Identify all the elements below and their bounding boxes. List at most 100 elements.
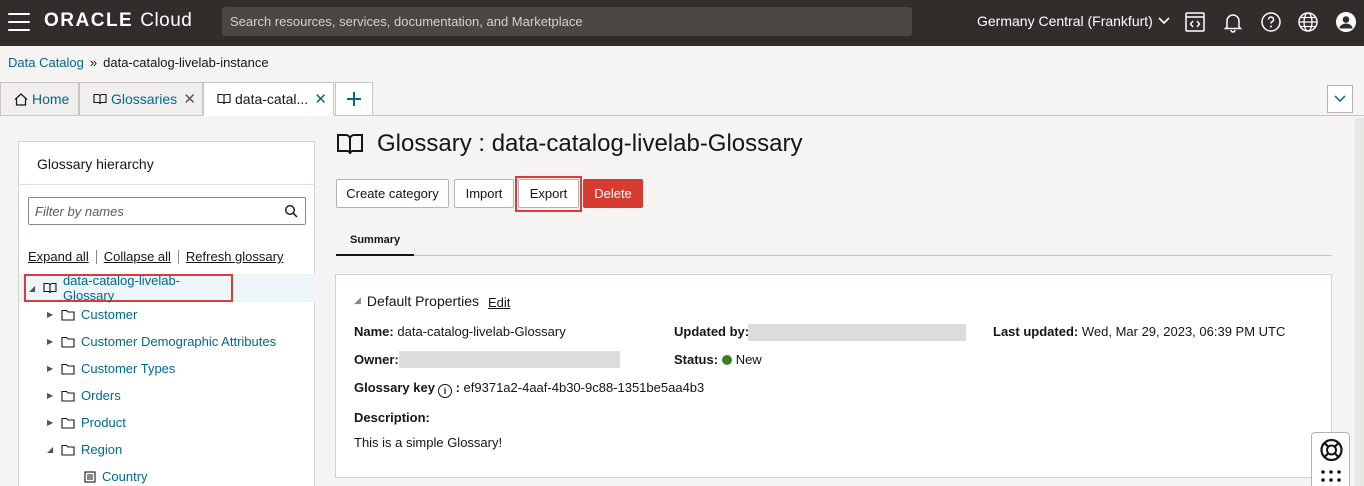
term-document-icon: [84, 470, 96, 483]
close-icon[interactable]: ✕: [314, 90, 327, 108]
status-value: New: [735, 352, 762, 367]
page-scrollbar[interactable]: [1355, 118, 1364, 486]
region-label: Germany Central (Frankfurt): [977, 13, 1153, 29]
user-profile-icon[interactable]: [1333, 9, 1359, 35]
book-icon: [93, 93, 107, 105]
tree-item-region[interactable]: ◢ Region: [47, 442, 122, 457]
expand-all-link[interactable]: Expand all: [28, 249, 89, 264]
panel-title: Glossary hierarchy: [37, 156, 154, 172]
tab-home-label: Home: [32, 91, 70, 107]
info-icon[interactable]: i: [437, 384, 452, 398]
search-icon[interactable]: [284, 204, 298, 218]
status-property: Status: New: [674, 352, 762, 367]
globe-icon[interactable]: [1295, 9, 1321, 35]
description-property: Description:: [354, 410, 430, 425]
collapse-triangle-icon[interactable]: ◢: [354, 295, 361, 306]
expand-triangle-icon[interactable]: ▶: [47, 391, 61, 400]
owner-label: Owner:: [354, 352, 399, 367]
tree-root-label: data-catalog-livelab-Glossary: [62, 273, 181, 303]
name-property: Name: data-catalog-livelab-Glossary: [354, 324, 566, 339]
breadcrumb-separator: »: [89, 55, 98, 70]
add-tab-button[interactable]: [335, 82, 373, 116]
tab-overflow-menu[interactable]: [1327, 85, 1353, 113]
breadcrumb: Data Catalog » data-catalog-livelab-inst…: [8, 55, 269, 70]
owner-property: Owner:: [354, 352, 399, 367]
tree-item-customer-types[interactable]: ▶ Customer Types: [47, 361, 175, 376]
name-value: data-catalog-livelab-Glossary: [397, 324, 566, 339]
tab-glossary-detail-label: data-catal...: [235, 91, 309, 107]
home-icon: [14, 92, 28, 106]
default-properties-card: ◢ Default Properties Edit Name: data-cat…: [335, 274, 1332, 478]
last-updated-value: Wed, Mar 29, 2023, 06:39 PM UTC: [1081, 324, 1286, 339]
updated-by-label: Updated by:: [674, 324, 750, 339]
top-navigation-bar: ORACLE Cloud Search resources, services,…: [0, 0, 1364, 46]
tree-item-orders[interactable]: ▶ Orders: [47, 388, 121, 403]
delete-button[interactable]: Delete: [583, 179, 643, 208]
region-selector[interactable]: Germany Central (Frankfurt): [977, 13, 1170, 29]
folder-icon: [61, 336, 75, 348]
collapse-triangle-icon[interactable]: ◢: [29, 284, 43, 293]
redacted-value: [399, 351, 620, 368]
tab-glossary-detail[interactable]: data-catal... ✕: [203, 82, 334, 116]
folder-icon: [61, 363, 75, 375]
edit-link[interactable]: Edit: [488, 295, 510, 310]
export-button[interactable]: Export: [518, 179, 579, 208]
oracle-cloud-logo[interactable]: ORACLE Cloud: [44, 10, 192, 32]
expand-triangle-icon[interactable]: ▶: [47, 364, 61, 373]
import-button[interactable]: Import: [454, 179, 514, 208]
page-header: Glossary : data-catalog-livelab-Glossary: [336, 130, 803, 158]
tab-glossaries[interactable]: Glossaries ✕: [79, 82, 203, 116]
chevron-down-icon: [1334, 95, 1346, 103]
description-label: Description:: [354, 410, 430, 425]
tree-item-customer-demographic-attributes[interactable]: ▶ Customer Demographic Attributes: [47, 334, 276, 349]
logo-brand: ORACLE: [44, 10, 134, 31]
create-category-button[interactable]: Create category: [336, 179, 449, 208]
bell-icon[interactable]: [1220, 9, 1246, 35]
plus-icon: [347, 92, 361, 106]
menu-icon[interactable]: [8, 13, 30, 31]
expand-triangle-icon[interactable]: ▶: [47, 310, 61, 319]
glossary-key-label: Glossary key: [354, 380, 435, 395]
refresh-glossary-link[interactable]: Refresh glossary: [186, 249, 284, 264]
tab-summary[interactable]: Summary: [336, 226, 415, 256]
filter-input[interactable]: Filter by names: [28, 197, 306, 225]
glossary-key-value: ef9371a2-4aaf-4b30-9c88-1351be5aa4b3: [463, 380, 705, 395]
help-widget[interactable]: [1311, 432, 1350, 486]
section-header: ◢ Default Properties Edit: [354, 291, 510, 311]
tree-item-country[interactable]: Country: [84, 469, 148, 484]
tree-item-customer[interactable]: ▶ Customer: [47, 307, 137, 322]
tab-glossaries-label: Glossaries: [111, 91, 178, 107]
glossary-key-property: Glossary key i : ef9371a2-4aaf-4b30-9c88-…: [354, 380, 705, 398]
tree-root-glossary[interactable]: ◢ data-catalog-livelab-Glossary: [24, 273, 233, 303]
tab-bar: Home Glossaries ✕ data-catal... ✕: [0, 82, 1364, 116]
breadcrumb-data-catalog[interactable]: Data Catalog: [8, 55, 84, 70]
status-label: Status:: [674, 352, 719, 367]
code-editor-icon[interactable]: [1182, 9, 1208, 35]
expand-triangle-icon[interactable]: ▶: [47, 337, 61, 346]
name-label: Name:: [354, 324, 394, 339]
logo-product: Cloud: [140, 10, 193, 31]
collapse-triangle-icon[interactable]: ◢: [47, 445, 61, 454]
lifebuoy-icon: [1320, 438, 1343, 462]
expand-triangle-icon[interactable]: ▶: [47, 418, 61, 427]
section-title: Default Properties: [366, 292, 479, 309]
status-indicator-icon: [721, 355, 732, 365]
tree-item-label: Customer Types: [81, 361, 176, 376]
redacted-value: [748, 324, 966, 341]
close-icon[interactable]: ✕: [183, 90, 196, 108]
tree-item-label: Region: [81, 442, 123, 457]
tree-item-product[interactable]: ▶ Product: [47, 415, 126, 430]
search-input[interactable]: Search resources, services, documentatio…: [222, 7, 912, 36]
collapse-all-link[interactable]: Collapse all: [104, 249, 171, 264]
filter-placeholder: Filter by names: [35, 204, 124, 219]
tab-home[interactable]: Home: [0, 82, 79, 116]
book-icon: [337, 134, 363, 155]
updated-by-property: Updated by:: [674, 324, 749, 339]
tree-item-label: Customer Demographic Attributes: [81, 334, 277, 349]
page-title: Glossary : data-catalog-livelab-Glossary: [377, 130, 803, 157]
help-icon[interactable]: [1258, 9, 1284, 35]
detail-tabs: Summary: [336, 226, 1332, 256]
tree-item-label: Customer: [81, 307, 138, 322]
folder-icon: [61, 417, 75, 429]
folder-icon: [61, 309, 75, 321]
